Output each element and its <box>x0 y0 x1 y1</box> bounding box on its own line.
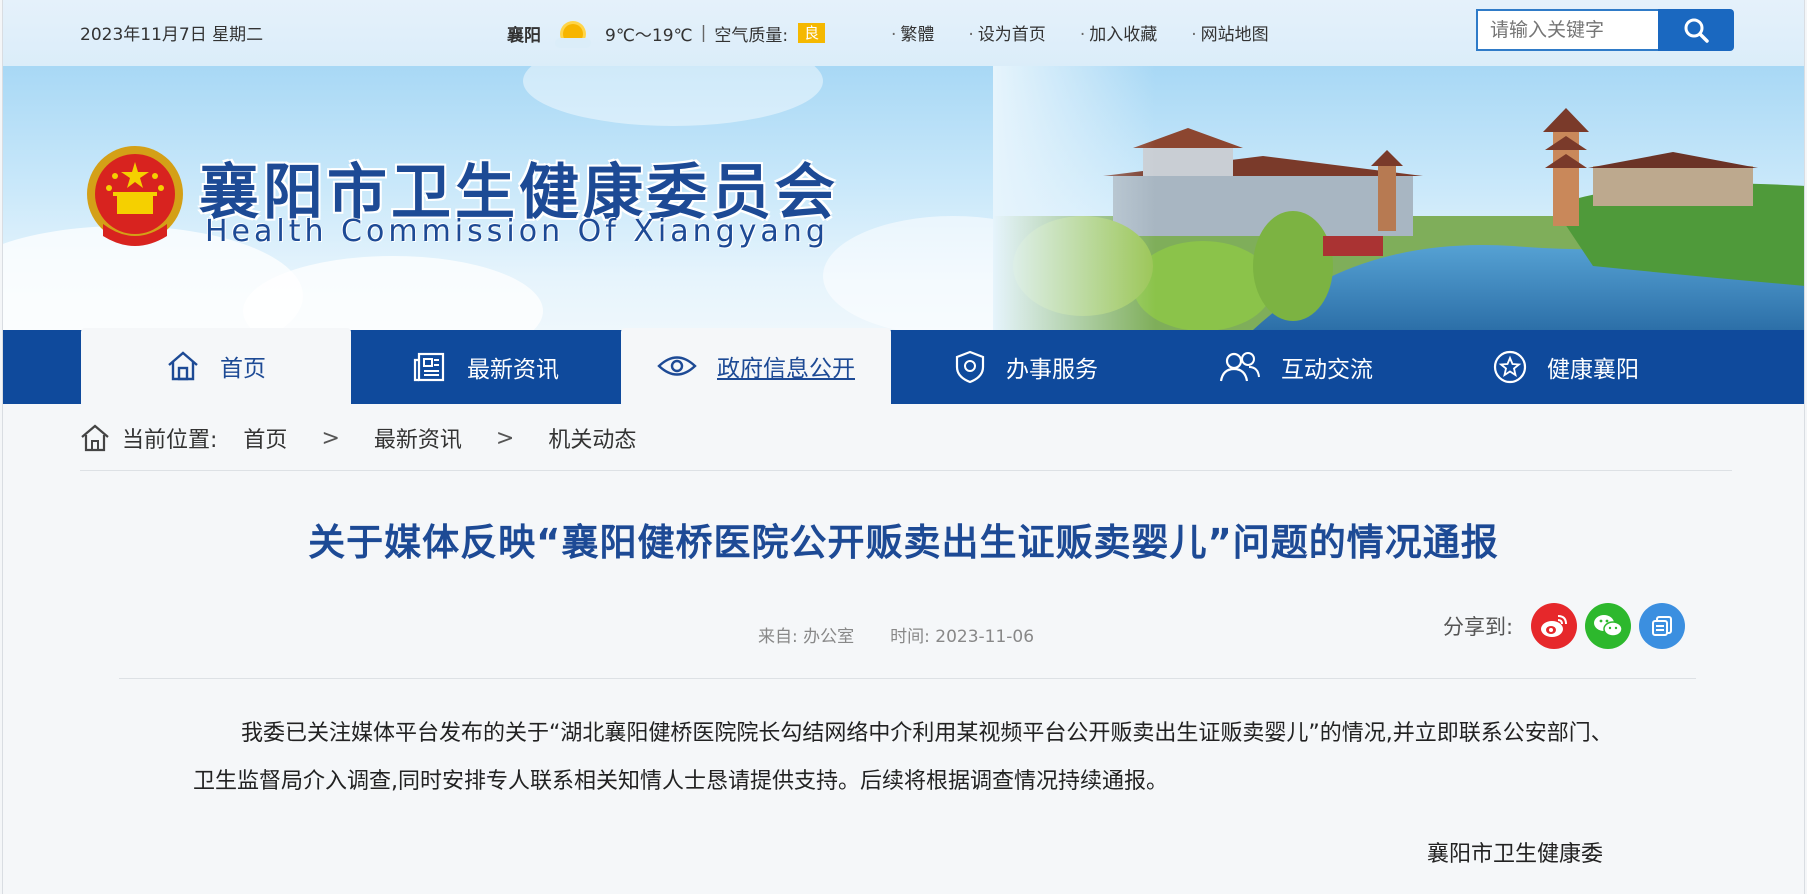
top-links: 繁體 设为首页 加入收藏 网站地图 <box>891 20 1269 45</box>
share-label: 分享到: <box>1443 615 1514 639</box>
eye-icon <box>657 356 697 376</box>
weather-city: 襄阳 <box>507 25 541 46</box>
article-meta: 来自: 办公室 时间: 2023-11-06 <box>758 622 1034 647</box>
site-subtitle: Health Commission Of Xiangyang <box>205 214 829 249</box>
divider: | <box>700 23 707 43</box>
nav-healthy-xiangyang[interactable]: 健康襄阳 <box>1431 330 1701 404</box>
current-date: 2023年11月7日 星期二 <box>80 25 264 45</box>
search-icon <box>1684 18 1709 43</box>
nav-services[interactable]: 办事服务 <box>891 330 1161 404</box>
wechat-icon <box>1594 615 1623 637</box>
nav-label: 办事服务 <box>1006 357 1098 383</box>
top-bar: 2023年11月7日 星期二 襄阳 9℃～19℃ | 空气质量: 良 繁體 设为… <box>3 0 1804 66</box>
nav-home[interactable]: 首页 <box>81 328 351 404</box>
main-nav: 首页 最新资讯 政府信息公开 办事服务 互动交流 健康襄阳 <box>3 328 1804 404</box>
temperature: 9℃～19℃ <box>605 25 693 46</box>
nav-latest-news[interactable]: 最新资讯 <box>351 330 621 404</box>
wechat-share-button[interactable] <box>1585 603 1632 649</box>
air-quality-label: 空气质量: <box>714 25 789 46</box>
shield-icon <box>955 350 985 384</box>
search-box <box>1476 9 1734 51</box>
breadcrumb-separator: > <box>321 425 340 451</box>
nav-interaction[interactable]: 互动交流 <box>1161 330 1431 404</box>
page: 2023年11月7日 星期二 襄阳 9℃～19℃ | 空气质量: 良 繁體 设为… <box>2 0 1805 894</box>
national-emblem-icon <box>83 144 187 258</box>
breadcrumb-agency-news[interactable]: 机关动态 <box>548 422 636 454</box>
copy-share-button[interactable] <box>1639 603 1686 649</box>
breadcrumb-separator: > <box>495 425 515 451</box>
people-icon <box>1219 352 1260 382</box>
nav-label: 政府信息公开 <box>717 356 855 382</box>
traditional-chinese-link[interactable]: 繁體 <box>891 20 934 45</box>
article-title: 关于媒体反映“襄阳健桥医院公开贩卖出生证贩卖婴儿”问题的情况通报 <box>308 521 1499 564</box>
article-time: 时间: 2023-11-06 <box>890 627 1035 647</box>
header-banner: 襄阳市卫生健康委员会 Health Commission Of Xiangyan… <box>3 66 1804 330</box>
weibo-icon <box>1541 615 1568 637</box>
nav-label: 最新资讯 <box>467 357 559 383</box>
nav-label: 健康襄阳 <box>1547 357 1639 383</box>
nav-gov-info[interactable]: 政府信息公开 <box>621 328 891 404</box>
breadcrumb-prefix: 当前位置: <box>122 428 218 453</box>
newspaper-icon <box>413 352 445 382</box>
weather-widget: 襄阳 9℃～19℃ | 空气质量: 良 <box>507 18 826 48</box>
breadcrumb: 当前位置: 首页 > 最新资讯 > 机关动态 <box>80 422 636 454</box>
article-signature: 襄阳市卫生健康委 <box>1427 842 1604 867</box>
search-button[interactable] <box>1658 9 1734 51</box>
breadcrumb-latest-news[interactable]: 最新资讯 <box>374 422 462 454</box>
add-favorite-link[interactable]: 加入收藏 <box>1080 20 1157 45</box>
set-homepage-link[interactable]: 设为首页 <box>968 20 1046 45</box>
share-bar: 分享到: <box>1443 603 1686 649</box>
weibo-share-button[interactable] <box>1531 603 1578 649</box>
article-body: 我委已关注媒体平台发布的关于“湖北襄阳健桥医院院长勾结网络中介利用某视频平台公开… <box>193 721 1613 794</box>
article-source: 来自: 办公室 <box>758 627 855 647</box>
sitemap-link[interactable]: 网站地图 <box>1191 20 1269 45</box>
city-scenery-image <box>993 66 1804 330</box>
star-icon <box>1493 350 1527 384</box>
home-icon <box>81 424 109 452</box>
air-quality-badge: 良 <box>798 23 826 43</box>
breadcrumb-home[interactable]: 首页 <box>243 422 287 454</box>
sunny-icon <box>553 18 593 48</box>
nav-label: 首页 <box>220 356 266 382</box>
home-icon <box>168 351 198 381</box>
copy-icon <box>1652 616 1673 636</box>
search-input[interactable] <box>1476 9 1658 51</box>
divider <box>119 678 1696 679</box>
nav-label: 互动交流 <box>1281 357 1373 383</box>
divider <box>80 470 1732 471</box>
